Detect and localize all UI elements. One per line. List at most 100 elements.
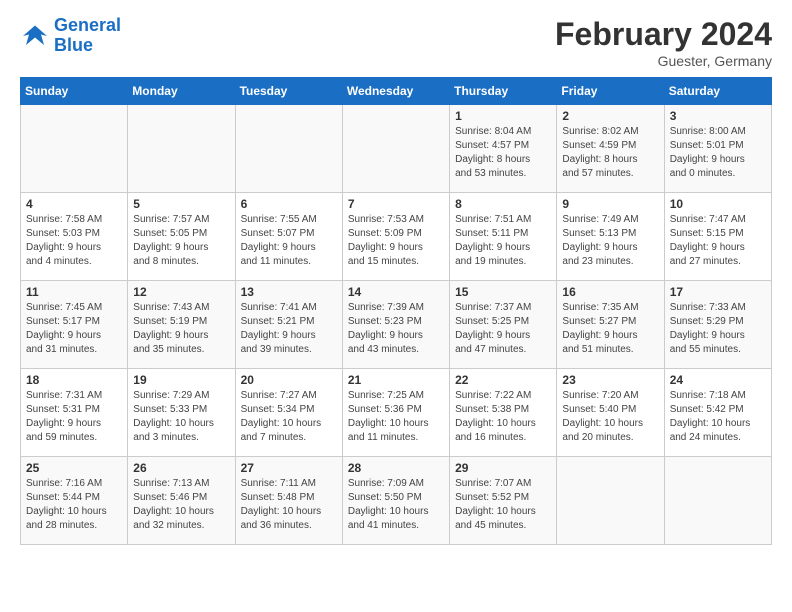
day-info: Sunrise: 7:53 AM Sunset: 5:09 PM Dayligh… (348, 213, 444, 269)
day-number: 18 (26, 373, 122, 387)
day-info: Sunrise: 7:16 AM Sunset: 5:44 PM Dayligh… (26, 477, 122, 533)
day-info: Sunrise: 7:45 AM Sunset: 5:17 PM Dayligh… (26, 301, 122, 357)
day-info: Sunrise: 7:09 AM Sunset: 5:50 PM Dayligh… (348, 477, 444, 533)
calendar-cell: 4 Sunrise: 7:58 AM Sunset: 5:03 PM Daylig… (21, 193, 128, 281)
calendar-cell: 20Sunrise: 7:27 AM Sunset: 5:34 PM Dayli… (235, 369, 342, 457)
logo-line1: General (54, 15, 121, 35)
calendar-cell: 14 Sunrise: 7:39 AM Sunset: 5:23 PM Dayli… (342, 281, 449, 369)
location-subtitle: Guester, Germany (555, 53, 772, 69)
day-info: Sunrise: 7:20 AM Sunset: 5:40 PM Dayligh… (562, 389, 658, 445)
day-info: Sunrise: 7:47 AM Sunset: 5:15 PM Dayligh… (670, 213, 766, 269)
calendar-cell: 8Sunrise: 7:51 AM Sunset: 5:11 PM Daylig… (450, 193, 557, 281)
day-info: Sunrise: 7:49 AM Sunset: 5:13 PM Dayligh… (562, 213, 658, 269)
calendar-cell: 2 Sunrise: 8:02 AM Sunset: 4:59 PM Daylig… (557, 105, 664, 193)
calendar-cell: 23Sunrise: 7:20 AM Sunset: 5:40 PM Dayli… (557, 369, 664, 457)
day-number: 6 (241, 197, 337, 211)
day-number: 1 (455, 109, 551, 123)
calendar-cell: 15Sunrise: 7:37 AM Sunset: 5:25 PM Dayli… (450, 281, 557, 369)
day-info: Sunrise: 7:22 AM Sunset: 5:38 PM Dayligh… (455, 389, 551, 445)
calendar-week-1: 1 Sunrise: 8:04 AM Sunset: 4:57 PM Daylig… (21, 105, 772, 193)
logo-line2: Blue (54, 35, 93, 55)
day-number: 12 (133, 285, 229, 299)
day-info: Sunrise: 7:29 AM Sunset: 5:33 PM Dayligh… (133, 389, 229, 445)
day-number: 5 (133, 197, 229, 211)
calendar-cell: 9 Sunrise: 7:49 AM Sunset: 5:13 PM Daylig… (557, 193, 664, 281)
day-number: 21 (348, 373, 444, 387)
calendar-cell: 17 Sunrise: 7:33 AM Sunset: 5:29 PM Dayli… (664, 281, 771, 369)
calendar-cell: 7 Sunrise: 7:53 AM Sunset: 5:09 PM Daylig… (342, 193, 449, 281)
day-info: Sunrise: 7:57 AM Sunset: 5:05 PM Dayligh… (133, 213, 229, 269)
calendar-cell (128, 105, 235, 193)
day-number: 15 (455, 285, 551, 299)
calendar-cell (235, 105, 342, 193)
day-info: Sunrise: 7:41 AM Sunset: 5:21 PM Dayligh… (241, 301, 337, 357)
day-info: Sunrise: 7:18 AM Sunset: 5:42 PM Dayligh… (670, 389, 766, 445)
day-info: Sunrise: 7:35 AM Sunset: 5:27 PM Dayligh… (562, 301, 658, 357)
day-info: Sunrise: 7:55 AM Sunset: 5:07 PM Dayligh… (241, 213, 337, 269)
day-info: Sunrise: 7:58 AM Sunset: 5:03 PM Dayligh… (26, 213, 122, 269)
day-info: Sunrise: 7:39 AM Sunset: 5:23 PM Dayligh… (348, 301, 444, 357)
calendar-cell: 25 Sunrise: 7:16 AM Sunset: 5:44 PM Dayli… (21, 457, 128, 545)
title-area: February 2024 Guester, Germany (555, 16, 772, 69)
calendar-cell: 27 Sunrise: 7:11 AM Sunset: 5:48 PM Dayli… (235, 457, 342, 545)
day-info: Sunrise: 7:13 AM Sunset: 5:46 PM Dayligh… (133, 477, 229, 533)
day-number: 2 (562, 109, 658, 123)
calendar-cell: 5 Sunrise: 7:57 AM Sunset: 5:05 PM Daylig… (128, 193, 235, 281)
calendar-week-5: 25 Sunrise: 7:16 AM Sunset: 5:44 PM Dayli… (21, 457, 772, 545)
day-number: 22 (455, 373, 551, 387)
calendar-table: SundayMondayTuesdayWednesdayThursdayFrid… (20, 77, 772, 545)
day-number: 13 (241, 285, 337, 299)
day-number: 9 (562, 197, 658, 211)
day-number: 24 (670, 373, 766, 387)
day-info: Sunrise: 7:51 AM Sunset: 5:11 PM Dayligh… (455, 213, 551, 269)
calendar-cell: 24 Sunrise: 7:18 AM Sunset: 5:42 PM Dayli… (664, 369, 771, 457)
header-friday: Friday (557, 78, 664, 105)
day-number: 3 (670, 109, 766, 123)
calendar-cell: 1 Sunrise: 8:04 AM Sunset: 4:57 PM Daylig… (450, 105, 557, 193)
day-info: Sunrise: 7:43 AM Sunset: 5:19 PM Dayligh… (133, 301, 229, 357)
calendar-cell: 12 Sunrise: 7:43 AM Sunset: 5:19 PM Dayli… (128, 281, 235, 369)
header-saturday: Saturday (664, 78, 771, 105)
day-info: Sunrise: 7:27 AM Sunset: 5:34 PM Dayligh… (241, 389, 337, 445)
day-number: 4 (26, 197, 122, 211)
day-info: Sunrise: 7:33 AM Sunset: 5:29 PM Dayligh… (670, 301, 766, 357)
header-tuesday: Tuesday (235, 78, 342, 105)
calendar-cell: 3 Sunrise: 8:00 AM Sunset: 5:01 PM Daylig… (664, 105, 771, 193)
calendar-cell (557, 457, 664, 545)
calendar-cell: 21 Sunrise: 7:25 AM Sunset: 5:36 PM Dayli… (342, 369, 449, 457)
day-info: Sunrise: 7:25 AM Sunset: 5:36 PM Dayligh… (348, 389, 444, 445)
day-number: 10 (670, 197, 766, 211)
day-info: Sunrise: 8:00 AM Sunset: 5:01 PM Dayligh… (670, 125, 766, 181)
day-number: 11 (26, 285, 122, 299)
calendar-cell (342, 105, 449, 193)
day-number: 19 (133, 373, 229, 387)
day-info: Sunrise: 8:02 AM Sunset: 4:59 PM Dayligh… (562, 125, 658, 181)
calendar-week-3: 11 Sunrise: 7:45 AM Sunset: 5:17 PM Dayli… (21, 281, 772, 369)
day-info: Sunrise: 7:11 AM Sunset: 5:48 PM Dayligh… (241, 477, 337, 533)
day-number: 7 (348, 197, 444, 211)
calendar-cell: 10 Sunrise: 7:47 AM Sunset: 5:15 PM Dayli… (664, 193, 771, 281)
day-number: 14 (348, 285, 444, 299)
day-info: Sunrise: 8:04 AM Sunset: 4:57 PM Dayligh… (455, 125, 551, 181)
calendar-cell: 18 Sunrise: 7:31 AM Sunset: 5:31 PM Dayli… (21, 369, 128, 457)
calendar-cell: 6 Sunrise: 7:55 AM Sunset: 5:07 PM Daylig… (235, 193, 342, 281)
logo-bird-icon (20, 21, 50, 51)
calendar-cell: 13 Sunrise: 7:41 AM Sunset: 5:21 PM Dayli… (235, 281, 342, 369)
day-number: 17 (670, 285, 766, 299)
calendar-cell: 16 Sunrise: 7:35 AM Sunset: 5:27 PM Dayli… (557, 281, 664, 369)
day-number: 16 (562, 285, 658, 299)
day-info: Sunrise: 7:07 AM Sunset: 5:52 PM Dayligh… (455, 477, 551, 533)
calendar-cell: 19 Sunrise: 7:29 AM Sunset: 5:33 PM Dayli… (128, 369, 235, 457)
calendar-cell (664, 457, 771, 545)
page-header: General Blue February 2024 Guester, Germ… (20, 16, 772, 69)
day-number: 27 (241, 461, 337, 475)
calendar-cell (21, 105, 128, 193)
day-info: Sunrise: 7:31 AM Sunset: 5:31 PM Dayligh… (26, 389, 122, 445)
day-number: 26 (133, 461, 229, 475)
header-sunday: Sunday (21, 78, 128, 105)
header-monday: Monday (128, 78, 235, 105)
day-number: 25 (26, 461, 122, 475)
calendar-cell: 28Sunrise: 7:09 AM Sunset: 5:50 PM Dayli… (342, 457, 449, 545)
month-title: February 2024 (555, 16, 772, 53)
calendar-week-2: 4 Sunrise: 7:58 AM Sunset: 5:03 PM Daylig… (21, 193, 772, 281)
